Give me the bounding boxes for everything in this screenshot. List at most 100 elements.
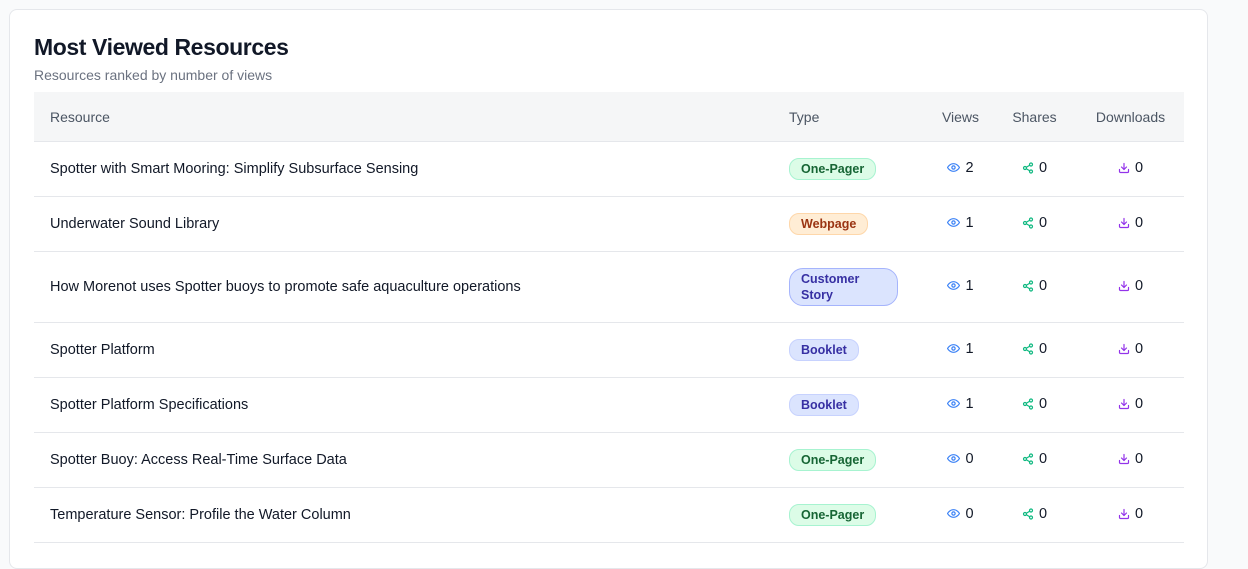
downloads-cell: 0	[1077, 487, 1184, 543]
column-header-type[interactable]: Type	[789, 92, 929, 142]
type-badge-label: Webpage	[801, 217, 857, 231]
resource-title-text[interactable]: How Morenot uses Spotter buoys to promot…	[50, 279, 521, 295]
table-row[interactable]: Underwater Sound Library Webpage 1 0 0	[34, 196, 1184, 252]
downloads-count: 0	[1134, 506, 1144, 522]
type-badge: One-Pager	[789, 504, 877, 526]
shares-cell: 0	[992, 377, 1077, 433]
resource-title[interactable]: How Morenot uses Spotter buoys to promot…	[34, 251, 789, 323]
type-badge: Customer Story	[789, 268, 898, 306]
type-badge-label: One-Pager	[801, 162, 865, 176]
resource-title[interactable]: Temperature Sensor: Profile the Water Co…	[34, 487, 789, 543]
views-count: 0	[965, 505, 974, 522]
share-icon	[1022, 280, 1034, 292]
eye-icon	[947, 216, 961, 229]
resource-type-cell: Customer Story	[789, 251, 929, 323]
shares-cell: 0	[992, 322, 1077, 378]
table-row[interactable]: How Morenot uses Spotter buoys to promot…	[34, 251, 1184, 323]
resource-title[interactable]: Spotter Buoy: Access Real-Time Surface D…	[34, 432, 789, 488]
views-cell: 1	[929, 377, 992, 433]
column-header-views[interactable]: Views	[929, 92, 992, 142]
resource-title-text[interactable]: Underwater Sound Library	[50, 216, 219, 232]
share-icon	[1022, 508, 1034, 520]
download-icon	[1118, 280, 1130, 292]
downloads-cell: 0	[1077, 141, 1184, 197]
download-icon	[1118, 217, 1130, 229]
resource-title[interactable]: Spotter with Smart Mooring: Simplify Sub…	[34, 141, 789, 197]
downloads-cell: 0	[1077, 377, 1184, 433]
card-subtitle: Resources ranked by number of views	[34, 67, 273, 83]
table-row[interactable]: Spotter Platform Specifications Booklet 1 0…	[34, 377, 1184, 433]
eye-icon	[947, 452, 961, 465]
resource-type-cell: One-Pager	[789, 141, 929, 197]
column-header-shares[interactable]: Shares	[992, 92, 1077, 142]
resource-title-text[interactable]: Spotter Buoy: Access Real-Time Surface D…	[50, 452, 347, 468]
downloads-count: 0	[1134, 341, 1144, 357]
shares-count: 0	[1038, 278, 1048, 294]
downloads-cell: 0	[1077, 251, 1184, 323]
downloads-cell: 0	[1077, 322, 1184, 378]
shares-count: 0	[1038, 215, 1048, 231]
resource-title[interactable]: Spotter Platform Specifications	[34, 377, 789, 433]
downloads-count: 0	[1134, 451, 1144, 467]
type-badge: Webpage	[789, 213, 869, 235]
table-header-row: Resource Type Views Shares Downloads	[34, 92, 1184, 142]
resource-title-text[interactable]: Spotter Platform	[50, 342, 155, 358]
shares-count: 0	[1038, 396, 1048, 412]
downloads-count: 0	[1134, 215, 1144, 231]
type-badge: One-Pager	[789, 449, 877, 471]
eye-icon	[947, 161, 961, 174]
resource-title-text[interactable]: Temperature Sensor: Profile the Water Co…	[50, 507, 351, 523]
type-badge: One-Pager	[789, 158, 877, 180]
downloads-cell: 0	[1077, 196, 1184, 252]
shares-count: 0	[1038, 341, 1048, 357]
shares-cell: 0	[992, 141, 1077, 197]
views-cell: 0	[929, 432, 992, 488]
views-cell: 2	[929, 141, 992, 197]
views-count: 2	[965, 159, 974, 176]
resources-table-container: Resource Type Views Shares Downloads Spo…	[34, 92, 1184, 543]
type-badge: Booklet	[789, 394, 859, 416]
shares-count: 0	[1038, 506, 1048, 522]
type-badge-label: Booklet	[801, 398, 847, 412]
downloads-count: 0	[1134, 396, 1144, 412]
share-icon	[1022, 453, 1034, 465]
downloads-count: 0	[1134, 160, 1144, 176]
views-count: 1	[965, 277, 974, 294]
resource-type-cell: One-Pager	[789, 487, 929, 543]
resource-type-cell: One-Pager	[789, 432, 929, 488]
share-icon	[1022, 217, 1034, 229]
views-count: 1	[965, 395, 974, 412]
shares-cell: 0	[992, 196, 1077, 252]
eye-icon	[947, 279, 961, 292]
views-cell: 1	[929, 322, 992, 378]
download-icon	[1118, 162, 1130, 174]
resource-title[interactable]: Underwater Sound Library	[34, 196, 789, 252]
most-viewed-resources-card: Most Viewed Resources Resources ranked b…	[9, 9, 1208, 569]
downloads-cell: 0	[1077, 432, 1184, 488]
download-icon	[1118, 508, 1130, 520]
card-title: Most Viewed Resources	[34, 34, 289, 60]
resource-title[interactable]: Spotter Platform	[34, 322, 789, 378]
download-icon	[1118, 453, 1130, 465]
table-row[interactable]: Temperature Sensor: Profile the Water Co…	[34, 487, 1184, 543]
table-row[interactable]: Spotter with Smart Mooring: Simplify Sub…	[34, 141, 1184, 197]
shares-cell: 0	[992, 251, 1077, 323]
table-row[interactable]: Spotter Platform Booklet 1 0 0	[34, 322, 1184, 378]
resource-type-cell: Webpage	[789, 196, 929, 252]
views-count: 0	[965, 450, 974, 467]
resource-title-text[interactable]: Spotter Platform Specifications	[50, 397, 248, 413]
column-header-resource[interactable]: Resource	[34, 92, 789, 142]
views-count: 1	[965, 214, 974, 231]
type-badge-label: One-Pager	[801, 508, 865, 522]
downloads-count: 0	[1134, 278, 1144, 294]
table-row[interactable]: Spotter Buoy: Access Real-Time Surface D…	[34, 432, 1184, 488]
resource-type-cell: Booklet	[789, 377, 929, 433]
download-icon	[1118, 343, 1130, 355]
type-badge-label: Booklet	[801, 343, 847, 357]
share-icon	[1022, 398, 1034, 410]
resources-table: Resource Type Views Shares Downloads Spo…	[34, 92, 1184, 543]
column-header-downloads[interactable]: Downloads	[1077, 92, 1184, 142]
views-cell: 1	[929, 251, 992, 323]
resource-title-text[interactable]: Spotter with Smart Mooring: Simplify Sub…	[50, 161, 418, 177]
table-body: Spotter with Smart Mooring: Simplify Sub…	[34, 141, 1184, 543]
